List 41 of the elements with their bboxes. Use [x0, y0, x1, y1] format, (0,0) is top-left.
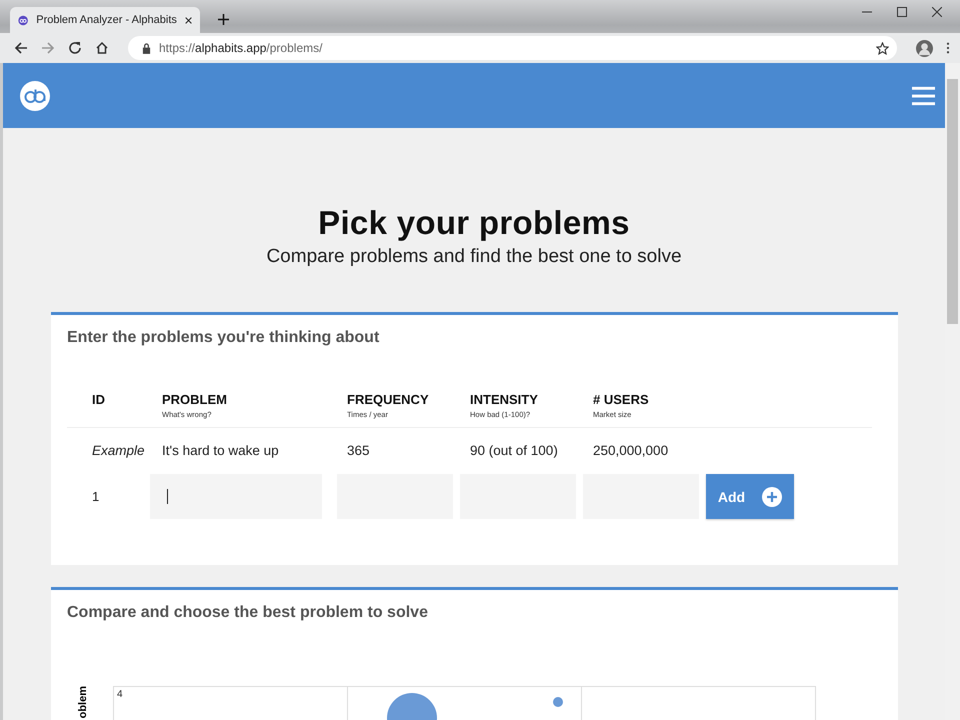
card-title: Enter the problems you're thinking about — [67, 329, 380, 347]
table-cell-text: 250,000,000 — [593, 443, 670, 458]
scrollbar[interactable] — [945, 63, 960, 720]
tab-title: Problem Analyzer - Alphabits — [36, 14, 177, 26]
logo-icon — [18, 14, 28, 26]
card-title: Compare and choose the best problem to solve — [67, 604, 429, 622]
profile-avatar-icon[interactable] — [916, 40, 933, 56]
menu-icon[interactable] — [912, 86, 935, 106]
logo-icon[interactable] — [19, 80, 51, 112]
row-id: 1 — [92, 489, 100, 504]
back-arrow-icon[interactable] — [14, 41, 28, 55]
problem-input-field[interactable] — [150, 474, 322, 519]
bubble — [553, 697, 563, 707]
reload-icon[interactable] — [68, 41, 82, 55]
column-header: PROBLEM — [162, 392, 228, 407]
plus-circle-icon — [762, 486, 782, 506]
maximize-icon[interactable] — [897, 7, 907, 17]
column-header: ID — [92, 392, 106, 407]
home-icon[interactable] — [95, 41, 109, 55]
table-cell-text: 90 (out of 100) — [470, 443, 559, 458]
browser-tab[interactable]: Problem Analyzer - Alphabits — [10, 7, 200, 33]
axis-label: oblem — [77, 686, 89, 718]
new-tab-icon[interactable] — [218, 14, 229, 25]
scrollbar-thumb[interactable] — [947, 79, 958, 324]
column-header: # USERS — [593, 392, 650, 407]
star-icon[interactable] — [876, 42, 889, 54]
url-text: https://alphabits.app/problems/ — [159, 41, 324, 55]
example-label: Example — [92, 443, 146, 458]
axis-tick: 4 — [117, 689, 123, 700]
close-icon[interactable] — [184, 16, 192, 24]
lock-icon — [142, 42, 151, 54]
page-subtitle: Compare problems and find the best one to solve — [265, 246, 683, 268]
address-bar[interactable]: https://alphabits.app/problems/ — [128, 36, 897, 60]
table-cell-text: It's hard to wake up — [162, 443, 280, 458]
page-title: Pick your problems — [317, 204, 631, 242]
column-header: INTENSITY — [470, 392, 539, 407]
add-button[interactable]: Add — [706, 474, 794, 519]
table-cell-text: 365 — [347, 443, 371, 458]
column-header: FREQUENCY — [347, 392, 430, 407]
close-icon[interactable] — [932, 7, 942, 17]
menu-icon[interactable] — [946, 42, 950, 54]
